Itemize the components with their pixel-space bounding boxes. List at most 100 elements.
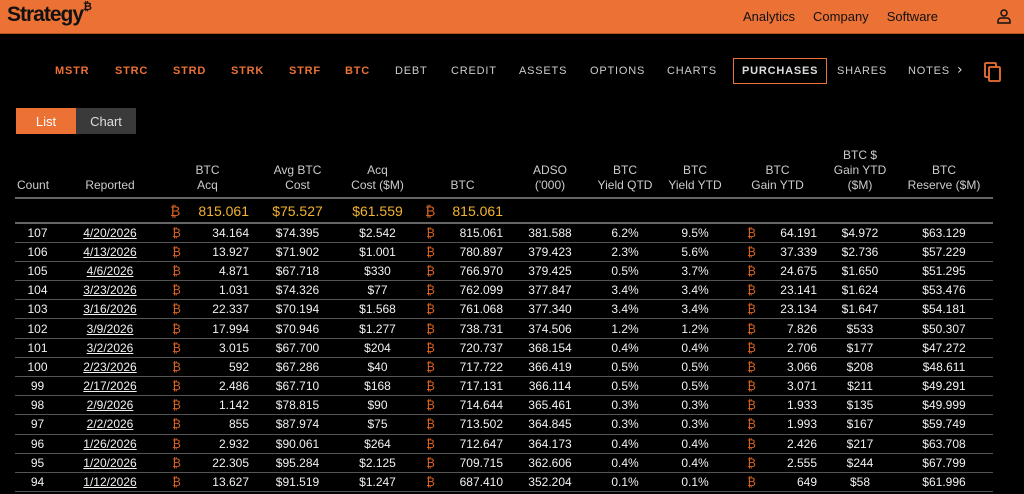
btc-cell: ₿ 687.410: [415, 472, 510, 493]
nav-tab-btc[interactable]: BTC: [345, 65, 370, 77]
yield-qtd-cell: 0.5%: [590, 261, 660, 282]
bitcoin-icon: ₿: [172, 436, 181, 451]
column-header[interactable]: Reported: [60, 148, 160, 199]
btc-cell: ₿ 1.933: [730, 395, 825, 416]
avg-cost-cell: $67.718: [255, 261, 340, 282]
nav-tab-mstr[interactable]: MSTR: [55, 65, 89, 77]
bitcoin-icon: ₿: [426, 436, 435, 451]
link-company[interactable]: Company: [813, 9, 869, 24]
column-header-text: Acq: [197, 178, 218, 192]
nav-tab-notes[interactable]: NOTES: [908, 65, 950, 77]
cell-value: 1.933: [786, 398, 817, 413]
btc-cell: ₿ 762.099: [415, 280, 510, 301]
reported-date-link[interactable]: 4/13/2026: [60, 242, 160, 262]
nav-tab-options[interactable]: OPTIONS: [590, 65, 645, 77]
btc-cell: ₿ 1.142: [160, 395, 255, 416]
reported-date-link[interactable]: 3/23/2026: [60, 280, 160, 301]
nav-tab-credit[interactable]: CREDIT: [451, 65, 497, 77]
chart-view-button[interactable]: Chart: [76, 108, 136, 134]
bitcoin-icon: ₿: [426, 225, 435, 240]
bitcoin-icon: ₿: [747, 244, 756, 259]
column-header-text: BTC $: [842, 148, 877, 162]
table-row: 104 3/23/2026 ₿ 1.031 $74.326 $77 ₿ 762.099 377.…: [15, 280, 993, 301]
cell-value: 2.932: [218, 436, 249, 451]
nav-tab-strd[interactable]: STRD: [173, 65, 206, 77]
column-header[interactable]: Acq Cost ($M): [340, 148, 415, 199]
reported-date-link[interactable]: 1/12/2026: [60, 472, 160, 493]
link-analytics[interactable]: Analytics: [743, 9, 795, 24]
list-view-button[interactable]: List: [16, 108, 76, 134]
reported-date-link[interactable]: 2/2/2026: [60, 414, 160, 435]
column-header[interactable]: Count: [15, 148, 60, 199]
bitcoin-icon: ₿: [426, 398, 435, 413]
copy-icon[interactable]: [984, 62, 1002, 82]
yield-ytd-cell: 1.2%: [660, 318, 730, 339]
column-header-text: Avg BTC: [273, 163, 322, 177]
link-software[interactable]: Software: [887, 9, 938, 24]
column-header-text: Yield QTD: [597, 178, 653, 192]
btc-cell: ₿ 2.706: [730, 338, 825, 358]
column-header[interactable]: BTC Yield QTD: [590, 148, 660, 199]
table-row: 107 4/20/2026 ₿ 34.164 $74.395 $2.542 ₿ 815.061…: [15, 223, 993, 243]
column-header[interactable]: BTC Gain YTD: [730, 148, 825, 199]
nav-tab-assets[interactable]: ASSETS: [519, 65, 567, 77]
nav-tab-charts[interactable]: CHARTS: [667, 65, 717, 77]
nav-tab-strk[interactable]: STRK: [231, 65, 264, 77]
yield-ytd-cell: 0.3%: [660, 395, 730, 416]
cell-value: 2.486: [218, 379, 249, 394]
column-header[interactable]: BTC Acq: [160, 148, 255, 199]
reported-date-link[interactable]: 3/2/2026: [60, 338, 160, 358]
column-header-text: Cost ($M): [351, 178, 404, 192]
btc-cell: ₿ 592: [160, 357, 255, 378]
column-header[interactable]: BTC Reserve ($M): [895, 148, 993, 199]
column-header-text: BTC: [613, 163, 637, 177]
column-header[interactable]: BTC: [415, 148, 510, 199]
avg-cost-cell: $71.902: [255, 242, 340, 262]
cell-value: 815.061: [198, 202, 249, 219]
reported-date-link[interactable]: 4/6/2026: [60, 261, 160, 282]
column-header[interactable]: BTC $ Gain YTD ($M): [825, 148, 895, 199]
nav-tab-purchases[interactable]: PURCHASES: [733, 58, 828, 84]
cell-value: 23.134: [780, 302, 817, 317]
reported-date-link[interactable]: 1/26/2026: [60, 434, 160, 454]
reserve-cell: $53.476: [895, 280, 993, 301]
user-icon[interactable]: [996, 8, 1012, 24]
adso-cell: 379.425: [510, 261, 590, 282]
chevron-right-icon[interactable]: ›: [957, 62, 963, 78]
bitcoin-icon: ₿: [747, 302, 756, 317]
table-row: 102 3/9/2026 ₿ 17.994 $70.946 $1.277 ₿ 738.731 3…: [15, 318, 993, 339]
reported-date-link[interactable]: 1/20/2026: [60, 453, 160, 473]
nav-tab-strc[interactable]: STRC: [115, 65, 148, 77]
bitcoin-icon: ₿: [172, 340, 181, 355]
strategy-logo[interactable]: Strategy₿: [7, 1, 92, 27]
reported-date-link[interactable]: 3/9/2026: [60, 318, 160, 339]
bitcoin-icon: ₿: [172, 283, 181, 298]
adso-cell: 374.506: [510, 318, 590, 339]
table-row: 103 3/16/2026 ₿ 22.337 $70.194 $1.568 ₿ 761.068…: [15, 299, 993, 320]
bitcoin-icon: ₿: [426, 455, 435, 470]
count-cell: 105: [15, 261, 60, 282]
adso-cell: 366.419: [510, 357, 590, 378]
column-header[interactable]: BTC Yield YTD: [660, 148, 730, 199]
count-cell: 99: [15, 376, 60, 397]
acq-cost-cell: $168: [340, 376, 415, 397]
reported-date-link[interactable]: 3/16/2026: [60, 299, 160, 320]
reserve-cell: $51.295: [895, 261, 993, 282]
adso-cell: 381.588: [510, 223, 590, 243]
reserve-cell: $63.129: [895, 223, 993, 243]
reported-date-link[interactable]: 2/23/2026: [60, 357, 160, 378]
column-header[interactable]: ADSO ('000): [510, 148, 590, 199]
reported-date-link[interactable]: 4/20/2026: [60, 223, 160, 243]
nav-tab-shares[interactable]: SHARES: [837, 65, 887, 77]
avg-cost-cell: $78.815: [255, 395, 340, 416]
reported-date-link[interactable]: 2/17/2026: [60, 376, 160, 397]
avg-cost-cell: $74.395: [255, 223, 340, 243]
yield-qtd-cell: 0.4%: [590, 434, 660, 454]
reported-date-link[interactable]: 2/9/2026: [60, 395, 160, 416]
btc-cell: ₿ 815.061: [415, 198, 510, 224]
nav-tab-debt[interactable]: DEBT: [395, 65, 428, 77]
column-header[interactable]: Avg BTC Cost: [255, 148, 340, 199]
bitcoin-icon: ₿: [747, 359, 756, 374]
reserve-cell: $61.996: [895, 472, 993, 493]
nav-tab-strf[interactable]: STRF: [289, 65, 321, 77]
